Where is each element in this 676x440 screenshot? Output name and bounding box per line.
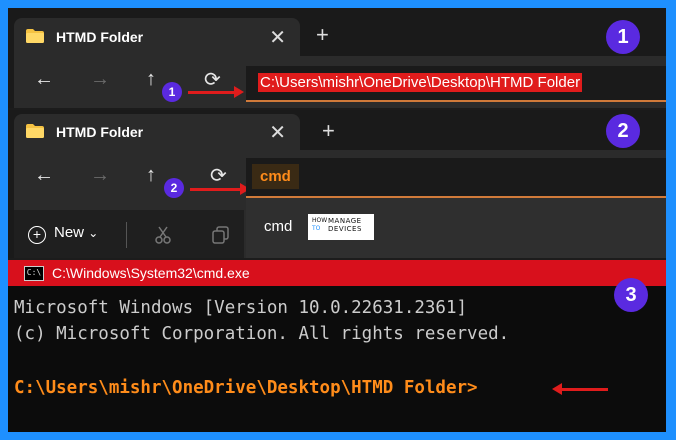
command-toolbar: + New ⌄ [14, 210, 244, 258]
address-typed-text: cmd [252, 164, 299, 189]
pointer-arrow-2 [190, 183, 250, 195]
back-arrow-icon[interactable]: ← [34, 68, 54, 91]
forward-arrow-icon[interactable]: → [90, 68, 110, 91]
cmd-window: C:\ C:\Windows\System32\cmd.exe 3 Micros… [8, 260, 666, 432]
explorer-tab[interactable]: HTMD Folder ✕ [14, 114, 300, 150]
tab-title: HTMD Folder [56, 29, 144, 45]
explorer-tab[interactable]: HTMD Folder ✕ [14, 18, 300, 56]
refresh-icon[interactable]: ⟳ [204, 67, 221, 92]
screenshot-frame: HTMD Folder ✕ + 1 ← → ↑ 1 ⟳ C:\Users\mis… [8, 8, 666, 432]
terminal-line-version: Microsoft Windows [Version 10.0.22631.23… [14, 298, 468, 318]
refresh-icon[interactable]: ⟳ [210, 163, 227, 188]
cut-icon[interactable] [154, 226, 172, 244]
terminal-line-copyright: (c) Microsoft Corporation. All rights re… [14, 324, 510, 344]
new-tab-button[interactable]: + [316, 22, 329, 48]
address-value-selected: C:\Users\mishr\OneDrive\Desktop\HTMD Fol… [258, 73, 583, 92]
address-bar[interactable]: C:\Users\mishr\OneDrive\Desktop\HTMD Fol… [246, 66, 666, 102]
suggestion-label: cmd [264, 218, 293, 235]
new-button[interactable]: + New ⌄ [28, 224, 98, 244]
mini-step-badge-1: 1 [162, 82, 182, 102]
step-badge-3: 3 [614, 278, 648, 312]
mini-step-badge-2: 2 [164, 178, 184, 198]
chevron-down-icon: ⌄ [88, 226, 99, 240]
explorer-panel-1: HTMD Folder ✕ + 1 ← → ↑ 1 ⟳ C:\Users\mis… [8, 8, 666, 108]
pointer-arrow-1 [188, 86, 244, 98]
step-badge-2: 2 [606, 114, 640, 148]
terminal-prompt[interactable]: C:\Users\mishr\OneDrive\Desktop\HTMD Fol… [14, 378, 478, 398]
pointer-arrow-3 [552, 383, 608, 395]
copy-icon[interactable] [212, 226, 230, 244]
explorer-panel-2: HTMD Folder ✕ + 2 ← → ↑ 2 ⟳ cmd cmd HOW T… [8, 110, 666, 258]
back-arrow-icon[interactable]: ← [34, 164, 54, 187]
up-arrow-icon[interactable]: ↑ [146, 68, 156, 91]
folder-icon [26, 29, 44, 43]
close-tab-icon[interactable]: ✕ [269, 25, 286, 50]
address-suggestion-item[interactable]: cmd HOW TO MANAGE DEVICES [246, 198, 666, 258]
up-arrow-icon[interactable]: ↑ [146, 164, 156, 187]
close-tab-icon[interactable]: ✕ [269, 120, 286, 145]
forward-arrow-icon[interactable]: → [90, 164, 110, 187]
tab-title: HTMD Folder [56, 124, 144, 140]
cmd-window-title: C:\Windows\System32\cmd.exe [52, 265, 250, 281]
htmd-logo: HOW TO MANAGE DEVICES [308, 214, 374, 240]
new-button-label: New [54, 224, 85, 241]
cmd-title-bar: C:\ C:\Windows\System32\cmd.exe [8, 260, 666, 286]
address-bar[interactable]: cmd [246, 158, 666, 198]
new-tab-button[interactable]: + [322, 118, 335, 144]
folder-icon [26, 124, 44, 138]
plus-icon: + [28, 226, 46, 244]
navigation-bar: ← → ↑ 1 ⟳ C:\Users\mishr\OneDrive\Deskto… [14, 56, 666, 108]
step-badge-1: 1 [606, 20, 640, 54]
cmd-icon: C:\ [24, 266, 44, 281]
toolbar-divider [126, 222, 127, 248]
